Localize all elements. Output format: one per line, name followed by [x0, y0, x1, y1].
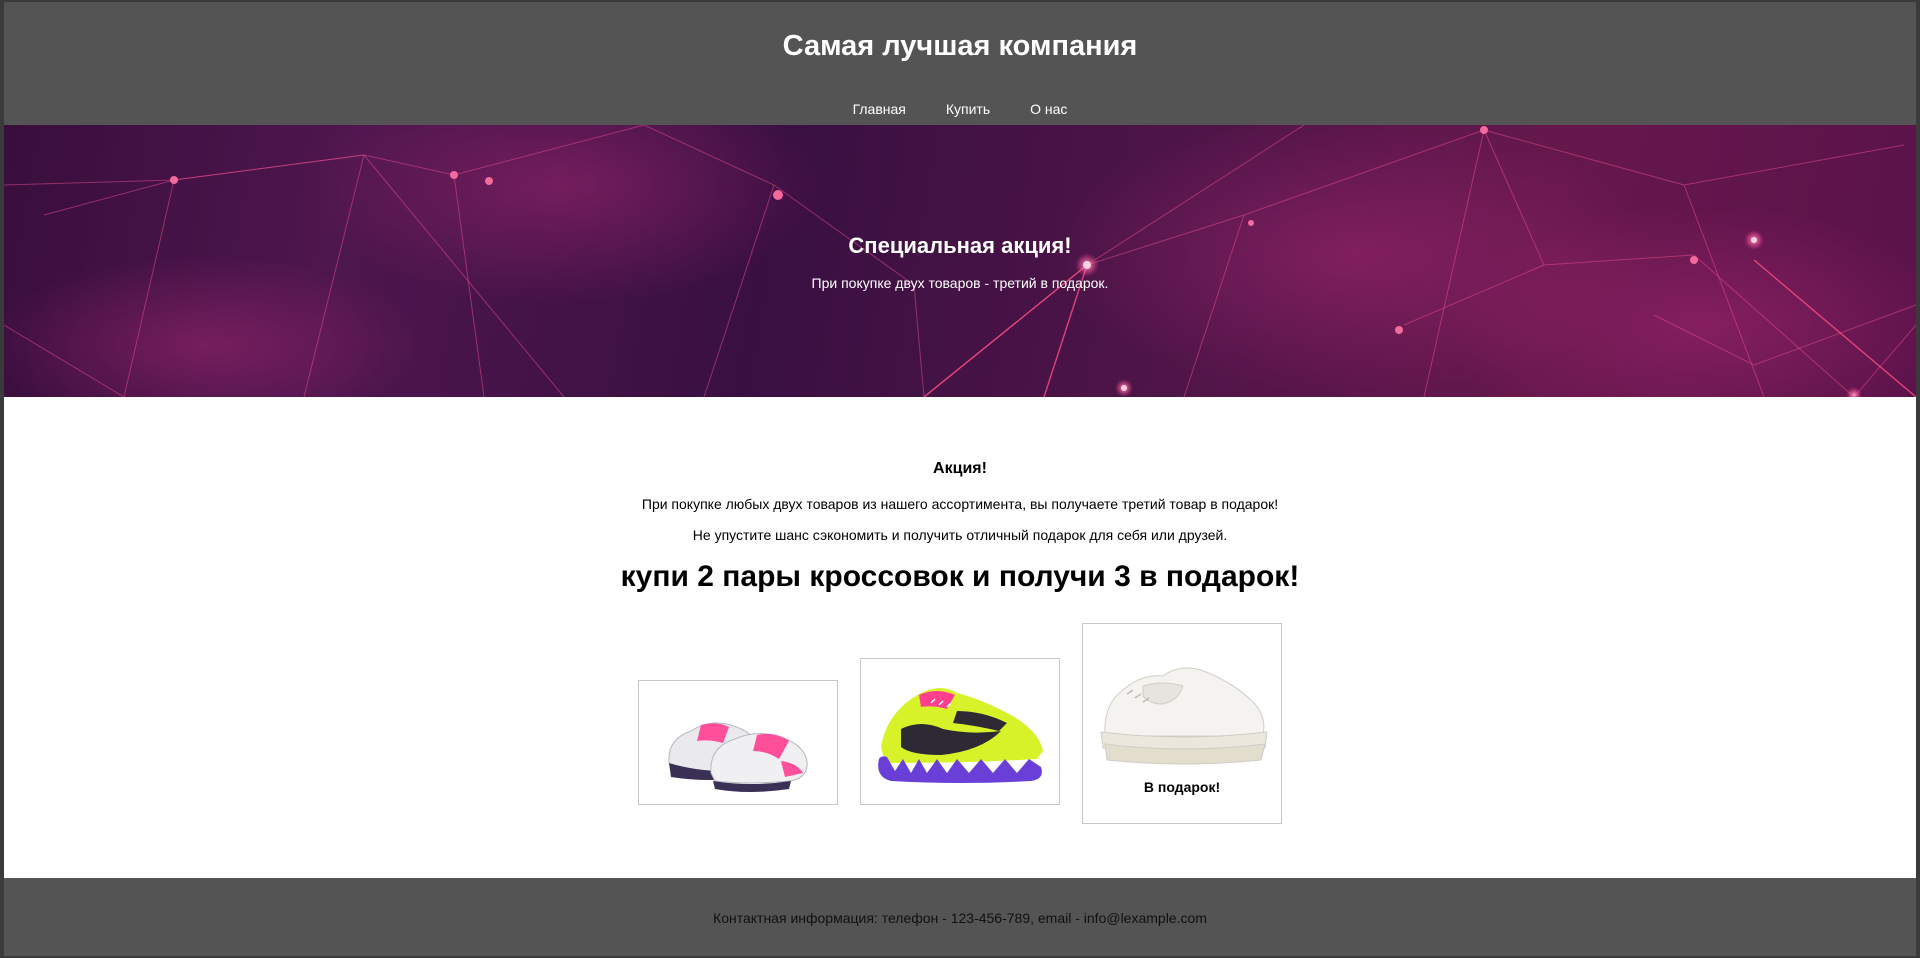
main-nav: Главная Купить О нас [4, 101, 1916, 117]
site-header: Самая лучшая компания Главная Купить О н… [4, 2, 1916, 125]
network-background-image [4, 125, 1916, 397]
neon-purple-sneaker-image [878, 688, 1043, 783]
nav-link-buy[interactable]: Купить [946, 101, 990, 117]
page: Самая лучшая компания Главная Купить О н… [4, 2, 1916, 956]
nav-link-home[interactable]: Главная [853, 101, 906, 117]
promo-title: Акция! [933, 460, 987, 477]
banner-title: Специальная акция! [848, 233, 1072, 258]
product-card-3-gift[interactable]: В подарок! [1082, 623, 1282, 824]
site-footer: Контактная информация: телефон - 123-456… [4, 878, 1916, 956]
white-chunky-sneaker-image [1100, 667, 1268, 765]
product-card-2[interactable] [860, 658, 1060, 805]
site-title: Самая лучшая компания [782, 30, 1138, 62]
promo-headline: купи 2 пары кроссовок и получи 3 в подар… [620, 560, 1300, 593]
promo-description: При покупке любых двух товаров из нашего… [641, 496, 1279, 512]
gift-label: В подарок! [1143, 779, 1221, 795]
banner-text: При покупке двух товаров - третий в пода… [811, 275, 1109, 291]
product-card-1[interactable] [638, 680, 838, 805]
contact-info: Контактная информация: телефон - 123-456… [713, 910, 1207, 926]
promo-banner: Специальная акция! При покупке двух това… [4, 125, 1916, 397]
nav-link-about[interactable]: О нас [1030, 101, 1067, 117]
promo-note: Не упустите шанс сэкономить и получить о… [692, 527, 1228, 543]
pink-white-sneakers-image [668, 722, 808, 792]
